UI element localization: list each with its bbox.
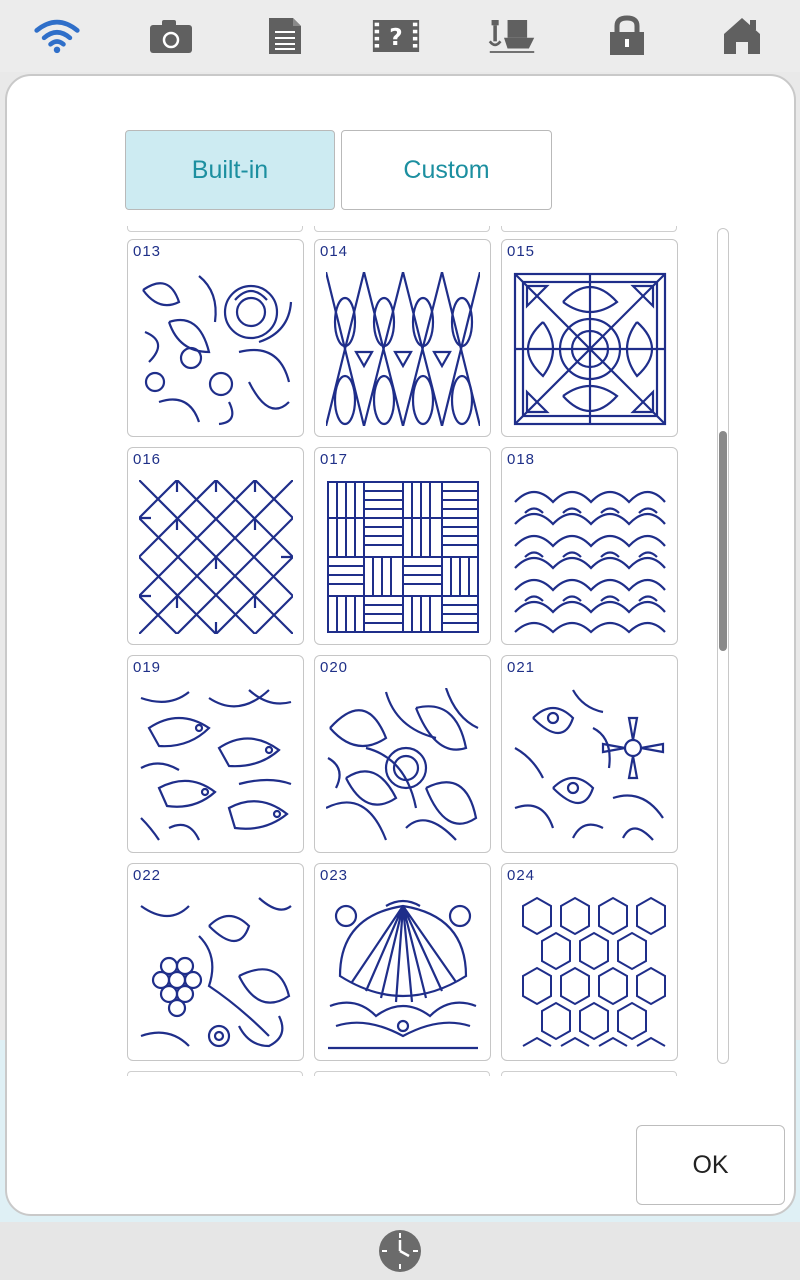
pattern-tile-019[interactable]: 019 <box>127 655 304 853</box>
partial-tile[interactable] <box>127 1071 303 1076</box>
pattern-tile-024[interactable]: 024 <box>501 863 678 1061</box>
blossom-pattern <box>514 689 665 841</box>
clock-icon[interactable] <box>378 1229 422 1273</box>
scallop-shells-pattern <box>514 490 666 634</box>
celtic-medallion-pattern <box>513 272 667 426</box>
hexagon-grid-pattern <box>522 896 666 1047</box>
tab-built-in[interactable]: Built-in <box>125 130 335 210</box>
pattern-number: 014 <box>320 243 349 260</box>
partial-tile[interactable] <box>314 1071 490 1076</box>
wifi-icon[interactable] <box>33 14 81 58</box>
pattern-number: 016 <box>133 451 162 468</box>
home-icon[interactable] <box>718 14 766 58</box>
pattern-tile-018[interactable]: 018 <box>501 447 678 645</box>
pattern-grid: 013 014 015 016 017 018 019 020 021 022 … <box>117 226 687 1076</box>
pattern-number: 019 <box>133 659 162 676</box>
pattern-number: 022 <box>133 867 162 884</box>
pattern-number: 015 <box>507 243 536 260</box>
top-toolbar: ? <box>0 0 800 72</box>
pattern-tile-013[interactable]: 013 <box>127 239 304 437</box>
birds-foliage-pattern <box>140 689 292 841</box>
pattern-number: 017 <box>320 451 349 468</box>
pattern-number: 021 <box>507 659 536 676</box>
pattern-tile-017[interactable]: 017 <box>314 447 491 645</box>
basketweave-pattern <box>327 481 479 633</box>
partial-tile[interactable] <box>501 1071 677 1076</box>
rose-floral-pattern <box>142 275 293 426</box>
scrollbar-thumb[interactable] <box>719 431 727 651</box>
tab-custom[interactable]: Custom <box>341 130 552 210</box>
diamond-lattice-pattern <box>326 272 480 426</box>
help-icon[interactable]: ? <box>372 14 420 58</box>
pattern-number: 023 <box>320 867 349 884</box>
pattern-number: 013 <box>133 243 162 260</box>
pattern-tile-020[interactable]: 020 <box>314 655 491 853</box>
star-crosshatch-pattern <box>139 480 293 634</box>
partial-tile[interactable] <box>127 226 303 232</box>
pattern-number: 020 <box>320 659 349 676</box>
pattern-tile-016[interactable]: 016 <box>127 447 304 645</box>
pattern-tile-022[interactable]: 022 <box>127 863 304 1061</box>
grapes-vine-pattern <box>140 897 292 1048</box>
camera-icon[interactable] <box>147 14 195 58</box>
pattern-tile-021[interactable]: 021 <box>501 655 678 853</box>
document-icon[interactable] <box>261 14 309 58</box>
presser-foot-icon[interactable] <box>488 14 536 58</box>
pattern-tile-014[interactable]: 014 <box>314 239 491 437</box>
scrollbar[interactable] <box>717 228 729 1064</box>
pattern-number: 024 <box>507 867 536 884</box>
shell-fan-pattern <box>328 899 478 1050</box>
ok-button[interactable]: OK <box>636 1125 785 1205</box>
partial-tile[interactable] <box>314 226 490 232</box>
pattern-tile-015[interactable]: 015 <box>501 239 678 437</box>
pattern-tile-023[interactable]: 023 <box>314 863 491 1061</box>
lock-icon[interactable] <box>603 14 651 58</box>
partial-tile[interactable] <box>501 226 677 232</box>
art-nouveau-pattern <box>326 688 479 841</box>
pattern-selection-dialog: Built-in Custom 013 014 015 016 017 018 … <box>5 74 796 1216</box>
svg-text:?: ? <box>389 25 402 51</box>
pattern-number: 018 <box>507 451 536 468</box>
